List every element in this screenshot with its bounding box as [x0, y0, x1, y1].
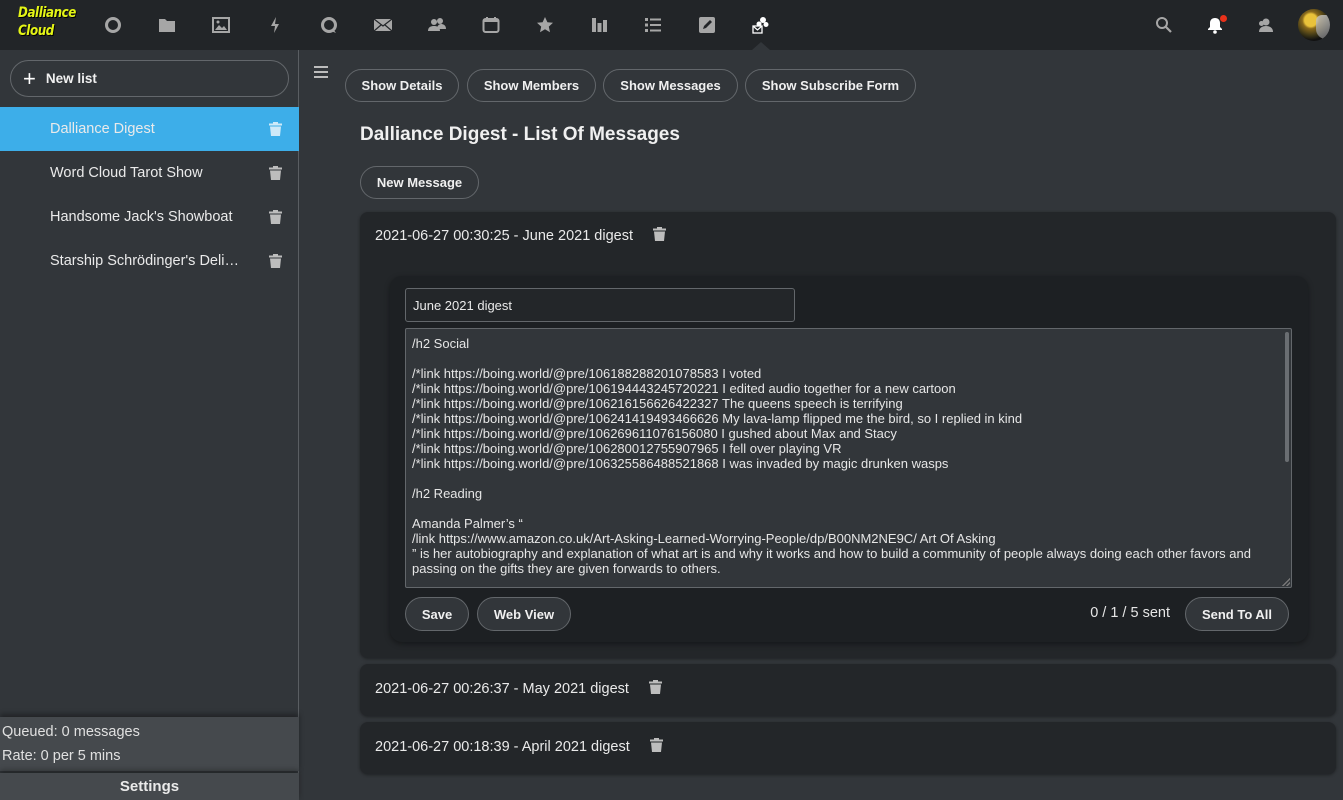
body-line: /h2 Social [412, 336, 470, 351]
contacts-icon[interactable] [425, 13, 449, 37]
list-name: Word Cloud Tarot Show [50, 165, 203, 181]
body-line: /link https://www.amazon.co.uk/Art-Askin… [412, 531, 996, 546]
top-bar: Dalliance Cloud [0, 0, 1343, 50]
sidebar-item-handsome-jacks-showboat[interactable]: Handsome Jack's Showboat [0, 195, 299, 239]
message-heading: 2021-06-27 00:30:25 - June 2021 digest [375, 228, 633, 244]
mail-icon[interactable] [371, 13, 395, 37]
circle-icon[interactable] [101, 13, 125, 37]
queued-count: Queued: 0 messages [2, 724, 140, 740]
message-heading: 2021-06-27 00:26:37 - May 2021 digest [375, 681, 629, 697]
notes-icon[interactable] [695, 13, 719, 37]
body-line: /h2 Reading [412, 486, 483, 501]
message-header[interactable]: 2021-06-27 00:26:37 - May 2021 digest [375, 680, 662, 698]
new-list-label: New list [45, 71, 97, 86]
bell-icon[interactable] [1203, 13, 1227, 37]
star-icon[interactable] [533, 13, 557, 37]
message-editor: /h2 Social /*link https://boing.world/@pr… [390, 276, 1308, 642]
send-rate: Rate: 0 per 5 mins [2, 748, 121, 764]
body-line [412, 471, 1279, 486]
subject-input[interactable] [405, 288, 795, 322]
logo-line-1: Dalliance [18, 5, 76, 21]
queue-status: Queued: 0 messages Rate: 0 per 5 mins [0, 717, 299, 771]
message-header[interactable]: 2021-06-27 00:18:39 - April 2021 digest [375, 738, 663, 756]
message-card[interactable]: 2021-06-27 00:18:39 - April 2021 digest [360, 722, 1336, 774]
body-line: /*link https://boing.world/@pre/10619444… [412, 381, 956, 396]
body-line: /*link https://boing.world/@pre/10624141… [412, 411, 1023, 426]
sidebar-item-starship-schrodingers[interactable]: Starship Schrödinger's Delivery [0, 239, 299, 283]
body-line: ” is her autobiography and explanation o… [412, 546, 1251, 561]
body-line: /*link https://boing.world/@pre/10628001… [412, 441, 842, 456]
tab-show-members[interactable]: Show Members [467, 69, 596, 102]
list-icon[interactable] [641, 13, 665, 37]
message-card[interactable]: 2021-06-27 00:26:37 - May 2021 digest [360, 664, 1336, 716]
chat-bubble-icon[interactable] [317, 13, 341, 37]
app-logo[interactable]: Dalliance Cloud [18, 4, 76, 46]
page-title: Dalliance Digest - List Of Messages [360, 124, 680, 145]
body-line: /*link https://boing.world/@pre/10632558… [412, 456, 949, 471]
folder-icon[interactable] [155, 13, 179, 37]
new-message-button[interactable]: New Message [360, 166, 479, 199]
hamburger-menu-icon[interactable] [314, 66, 328, 81]
message-heading: 2021-06-27 00:18:39 - April 2021 digest [375, 739, 630, 755]
user-avatar[interactable] [1298, 9, 1330, 41]
body-line: /*link https://boing.world/@pre/10621615… [412, 396, 903, 411]
list-name: Handsome Jack's Showboat [50, 209, 233, 225]
body-line [412, 501, 1279, 516]
trash-icon[interactable] [649, 738, 663, 756]
search-icon[interactable] [1152, 13, 1176, 37]
trash-icon[interactable] [269, 166, 282, 183]
sidebar-item-word-cloud-tarot-show[interactable]: Word Cloud Tarot Show [0, 151, 299, 195]
body-line: /*link https://boing.world/@pre/10618828… [412, 366, 762, 381]
tab-show-details[interactable]: Show Details [345, 69, 459, 102]
bolt-icon[interactable] [263, 13, 287, 37]
new-list-button[interactable]: + New list [10, 60, 289, 97]
sent-status: 0 / 1 / 5 sent [1090, 605, 1170, 621]
active-nav-indicator [752, 42, 770, 50]
list-name: Starship Schrödinger's Delivery [50, 253, 240, 269]
trash-icon[interactable] [269, 210, 282, 227]
tab-show-messages[interactable]: Show Messages [603, 69, 738, 102]
message-body-textarea[interactable]: /h2 Social /*link https://boing.world/@pr… [405, 328, 1292, 588]
save-button[interactable]: Save [405, 597, 469, 631]
body-line: Amanda Palmer’s “ [412, 516, 523, 531]
trash-icon[interactable] [269, 122, 282, 139]
send-to-all-button[interactable]: Send To All [1185, 597, 1289, 631]
body-line: /*link https://boing.world/@pre/10626961… [412, 426, 897, 441]
trash-icon[interactable] [652, 227, 666, 245]
bar-chart-icon[interactable] [587, 13, 611, 37]
plus-icon: + [23, 65, 36, 91]
tab-show-subscribe-form[interactable]: Show Subscribe Form [745, 69, 916, 102]
logo-line-2: Cloud [18, 23, 54, 39]
newsletter-icon[interactable] [749, 13, 773, 37]
sidebar: + New list Dalliance Digest Word Cloud T… [0, 50, 299, 800]
resize-handle[interactable] [1282, 578, 1290, 586]
trash-icon[interactable] [269, 254, 282, 271]
body-line: passing on the gifts they are given forw… [412, 561, 721, 576]
settings-button[interactable]: Settings [0, 773, 299, 800]
trash-icon[interactable] [648, 680, 662, 698]
contacts-menu-icon[interactable] [1253, 13, 1277, 37]
sidebar-item-dalliance-digest[interactable]: Dalliance Digest [0, 107, 299, 151]
sidebar-footer: Queued: 0 messages Rate: 0 per 5 mins Se… [0, 717, 299, 800]
image-icon[interactable] [209, 13, 233, 37]
scrollbar[interactable] [1285, 332, 1289, 462]
notification-badge [1220, 15, 1227, 22]
message-card: 2021-06-27 00:30:25 - June 2021 digest /… [360, 212, 1336, 658]
message-body-content: /h2 Social /*link https://boing.world/@pr… [412, 336, 1279, 576]
calendar-icon[interactable] [479, 13, 503, 37]
web-view-button[interactable]: Web View [477, 597, 571, 631]
message-header[interactable]: 2021-06-27 00:30:25 - June 2021 digest [375, 227, 666, 245]
body-line [412, 351, 1279, 366]
list-name: Dalliance Digest [50, 121, 155, 137]
